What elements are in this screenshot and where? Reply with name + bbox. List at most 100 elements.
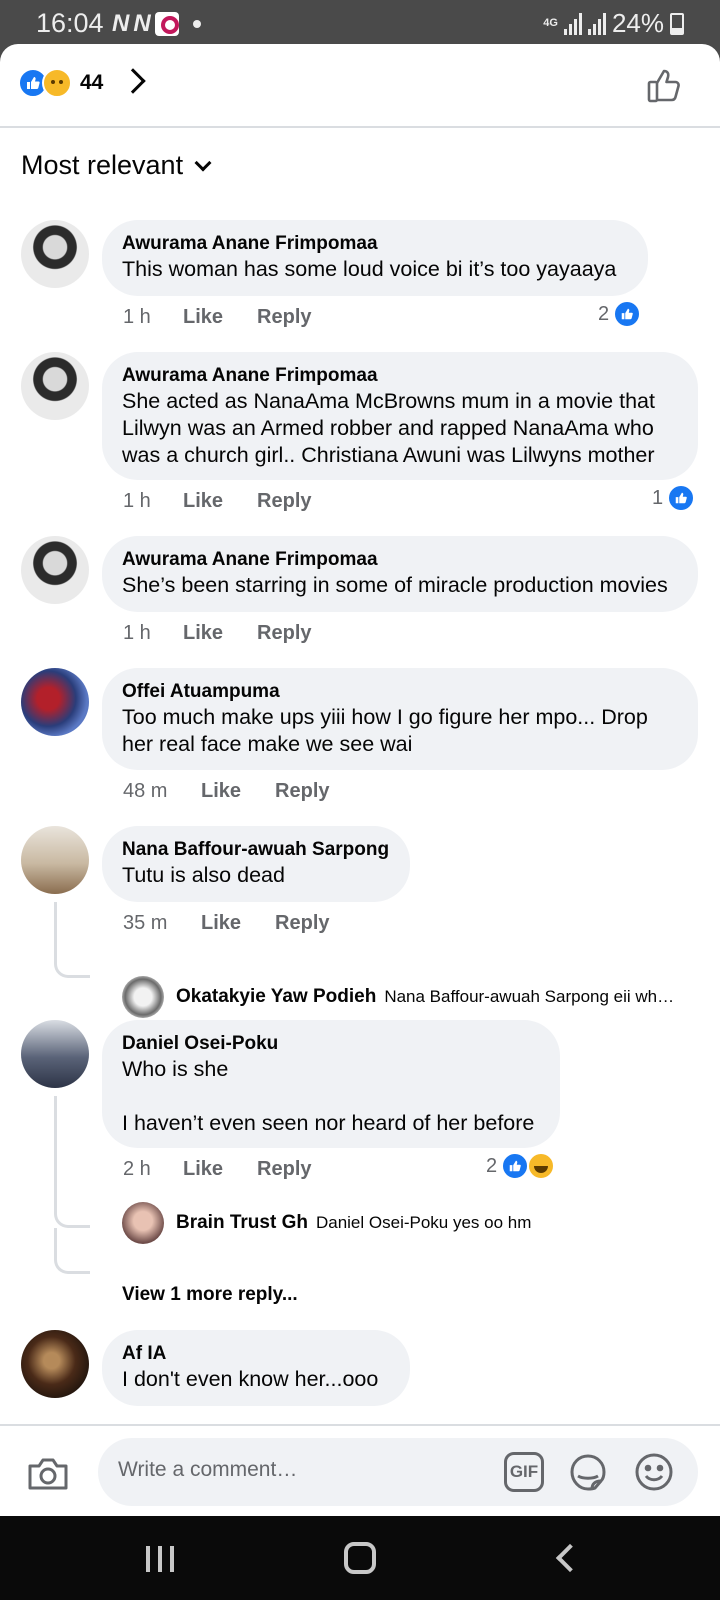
comment-time: 1 h: [123, 490, 151, 512]
comment-bubble[interactable]: Awurama Anane Frimpomaa This woman has s…: [102, 220, 648, 296]
comment-author[interactable]: Af IA: [122, 1342, 390, 1366]
comment-author[interactable]: Awurama Anane Frimpomaa: [122, 232, 628, 256]
reaction-count: 1: [652, 486, 664, 509]
comment-author[interactable]: Awurama Anane Frimpomaa: [122, 364, 678, 388]
like-reaction-icon: [613, 300, 642, 328]
avatar[interactable]: [21, 826, 89, 894]
like-post-icon[interactable]: [646, 66, 684, 109]
comment-time: 48 m: [123, 780, 168, 802]
avatar[interactable]: [21, 220, 89, 288]
home-icon[interactable]: [344, 1542, 376, 1574]
chevron-right-icon[interactable]: [120, 68, 146, 94]
comment-composer: Write a comment… GIF: [0, 1424, 720, 1516]
reaction-count: 44: [80, 71, 104, 94]
comment-text: She acted as NanaAma McBrowns mum in a m…: [122, 389, 655, 467]
comment-author[interactable]: Offei Atuampuma: [122, 680, 678, 704]
view-more-replies-link[interactable]: View 1 more reply...: [122, 1284, 298, 1306]
like-reaction-icon: [501, 1152, 530, 1180]
avatar[interactable]: [122, 976, 164, 1018]
comment-time: 2 h: [123, 1158, 151, 1180]
reply-text: Nana Baffour-awuah Sarpong eii wh…: [384, 987, 675, 1006]
signal-icon: [563, 12, 582, 35]
battery-percent: 24%: [611, 8, 664, 38]
reply-preview[interactable]: Brain Trust Gh Daniel Osei-Poku yes oo h…: [122, 1202, 531, 1244]
avatar[interactable]: [21, 352, 89, 420]
gif-button[interactable]: GIF: [504, 1452, 544, 1492]
notification-icons: N N: [112, 10, 201, 38]
comment-bubble[interactable]: Awurama Anane Frimpomaa She’s been starr…: [102, 536, 698, 612]
comment-actions: 1 h Like Reply: [123, 622, 346, 645]
reply-text: Daniel Osei-Poku yes oo hm: [315, 1213, 532, 1232]
comment-input[interactable]: Write a comment… GIF: [98, 1438, 698, 1506]
comment-author[interactable]: Nana Baffour-awuah Sarpong: [122, 838, 390, 862]
comment-reactions[interactable]: 1: [652, 484, 696, 512]
comment-bubble[interactable]: Offei Atuampuma Too much make ups yiii h…: [102, 668, 698, 770]
avatar[interactable]: [122, 1202, 164, 1244]
reaction-count: 2: [486, 1154, 498, 1177]
reply-button[interactable]: Reply: [257, 1158, 311, 1181]
comment-author[interactable]: Daniel Osei-Poku: [122, 1032, 540, 1056]
like-button[interactable]: Like: [201, 780, 241, 803]
reply-button[interactable]: Reply: [275, 912, 329, 935]
network-type: 4G: [543, 17, 558, 29]
comment-time: 1 h: [123, 306, 151, 328]
comment-author[interactable]: Awurama Anane Frimpomaa: [122, 548, 678, 572]
like-button[interactable]: Like: [183, 1158, 223, 1181]
comment-bubble[interactable]: Af IA I don't even know her...ooo: [102, 1330, 410, 1406]
comment-actions: 2 h Like Reply: [123, 1158, 346, 1181]
comment-actions: 1 h Like Reply: [123, 490, 346, 513]
sad-reaction-icon: [42, 68, 72, 98]
comment-actions: 35 m Like Reply: [123, 912, 364, 935]
reply-thread-line: [54, 1228, 90, 1274]
like-button[interactable]: Like: [183, 490, 223, 513]
avatar[interactable]: [21, 1020, 89, 1088]
reply-button[interactable]: Reply: [257, 490, 311, 513]
like-button[interactable]: Like: [183, 622, 223, 645]
comment-bubble[interactable]: Awurama Anane Frimpomaa She acted as Nan…: [102, 352, 698, 480]
comment-bubble[interactable]: Nana Baffour-awuah Sarpong Tutu is also …: [102, 826, 410, 902]
sort-label: Most relevant: [21, 150, 184, 180]
comment-actions: 1 h Like Reply: [123, 306, 346, 329]
reply-button[interactable]: Reply: [257, 622, 311, 645]
like-button[interactable]: Like: [183, 306, 223, 329]
like-reaction-icon: [667, 484, 696, 512]
reply-author[interactable]: Brain Trust Gh: [176, 1212, 308, 1234]
comment-reactions[interactable]: 2: [486, 1152, 556, 1180]
reaction-summary[interactable]: 44: [18, 68, 103, 98]
comment-text: Who is she I haven’t even seen nor heard…: [122, 1057, 535, 1135]
notification-n-icon: N: [133, 10, 150, 37]
comment-reactions[interactable]: 2: [598, 300, 642, 328]
notification-n-icon: N: [112, 10, 129, 37]
comment-text: Too much make ups yiii how I go figure h…: [122, 705, 648, 756]
back-icon[interactable]: [555, 1543, 585, 1573]
avatar[interactable]: [21, 536, 89, 604]
reactions-header: 44: [0, 44, 720, 128]
status-bar: 16:04 N N 4G 24%: [0, 0, 720, 46]
comment-text: This woman has some loud voice bi it’s t…: [122, 257, 617, 281]
sticker-icon[interactable]: [566, 1450, 610, 1499]
app-p-icon: [154, 12, 179, 36]
comment-actions: 48 m Like Reply: [123, 780, 364, 803]
comment-time: 35 m: [123, 912, 168, 934]
battery-icon: [670, 12, 684, 35]
reaction-count: 2: [598, 302, 610, 325]
emoji-icon[interactable]: [632, 1450, 676, 1499]
comment-bubble[interactable]: Daniel Osei-Poku Who is she I haven’t ev…: [102, 1020, 560, 1148]
recents-icon[interactable]: [146, 1546, 174, 1572]
system-navigation-bar: [0, 1516, 720, 1600]
more-notifications-dot-icon: [192, 20, 201, 28]
comment-text: I don't even know her...ooo: [122, 1367, 379, 1391]
reply-preview[interactable]: Okatakyie Yaw Podieh Nana Baffour-awuah …: [122, 976, 674, 1018]
reply-author[interactable]: Okatakyie Yaw Podieh: [176, 986, 376, 1008]
sort-dropdown[interactable]: Most relevant: [21, 150, 212, 181]
avatar[interactable]: [21, 668, 89, 736]
comment-time: 1 h: [123, 622, 151, 644]
camera-icon[interactable]: [26, 1456, 70, 1497]
reply-button[interactable]: Reply: [257, 306, 311, 329]
comments-sheet: 44 Most relevant Awurama Anane Frimpomaa…: [0, 44, 720, 1516]
avatar[interactable]: [21, 1330, 89, 1398]
chevron-down-icon: [194, 154, 212, 171]
comment-input-placeholder: Write a comment…: [118, 1458, 298, 1481]
reply-button[interactable]: Reply: [275, 780, 329, 803]
like-button[interactable]: Like: [201, 912, 241, 935]
